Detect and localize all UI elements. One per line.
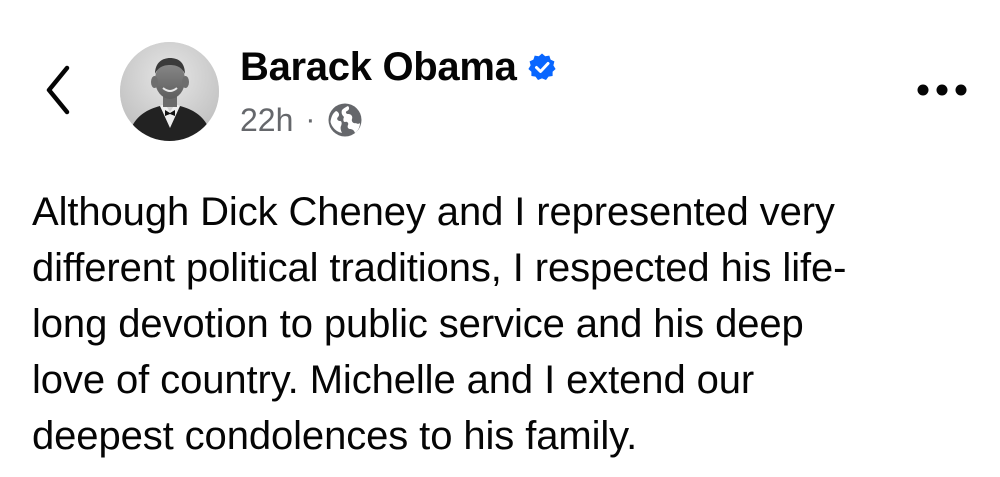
more-options-button[interactable]	[912, 72, 972, 108]
post-body-text: Although Dick Cheney and I represented v…	[32, 184, 982, 464]
avatar[interactable]	[120, 42, 219, 141]
chevron-left-icon	[46, 65, 70, 115]
post-header: Barack Obama 22h ·	[0, 0, 1000, 160]
post-text-line: deepest condolences to his family.	[32, 414, 638, 458]
author-row: Barack Obama	[240, 42, 557, 92]
post-meta: 22h ·	[240, 98, 363, 142]
post-text-line: long devotion to public service and his …	[32, 302, 804, 346]
verified-badge-icon	[527, 53, 556, 80]
globe-icon	[328, 103, 362, 137]
person-photo-avatar	[120, 42, 219, 141]
post-text-line: love of country. Michelle and I extend o…	[32, 358, 755, 402]
post-timestamp[interactable]: 22h	[240, 102, 293, 139]
author-name[interactable]: Barack Obama	[240, 45, 517, 90]
post-text-line: Although Dick Cheney and I represented v…	[32, 190, 835, 234]
meta-separator: ·	[305, 103, 316, 136]
back-button[interactable]	[38, 62, 78, 118]
post-text-line: different political traditions, I respec…	[32, 246, 847, 290]
more-options-icon	[917, 84, 967, 96]
